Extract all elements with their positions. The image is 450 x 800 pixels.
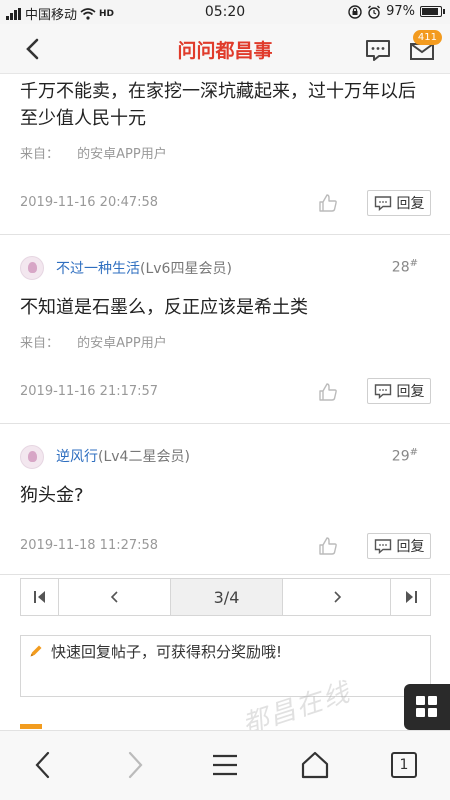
reply-label: 回复 [396, 384, 425, 400]
post-source: 来自： 的安卓APP用户 [20, 143, 167, 162]
tab-count: 1 [391, 752, 417, 778]
status-right: 97% [348, 4, 445, 19]
thumbs-up-icon[interactable] [318, 536, 338, 556]
menu-button[interactable] [209, 749, 241, 781]
source-value: 的安卓APP用户 [77, 147, 167, 162]
reply-button[interactable]: 回复 [367, 190, 431, 216]
chevron-right-icon [333, 591, 341, 603]
lock-rotation-icon [348, 4, 362, 19]
post-content: 千万不能卖，在家挖一深坑藏起来，过十万年以后至少值人民十元 [20, 81, 416, 129]
alarm-icon [368, 5, 381, 19]
author-name[interactable]: 逆风行 [56, 449, 98, 465]
battery-icon [420, 6, 445, 17]
source-value: 的安卓APP用户 [77, 336, 167, 351]
avatar[interactable] [20, 445, 44, 469]
battery-percent: 97% [386, 4, 415, 19]
pencil-icon [30, 645, 42, 657]
post-item: 不过一种生活(Lv6四星会员) 28# 不知道是石墨么，反正应该是希土类 来自：… [0, 236, 450, 424]
post-content: 不知道是石墨么，反正应该是希土类 [20, 297, 308, 318]
quick-reply-placeholder: 快速回复帖子，可获得积分奖励哦! [51, 643, 283, 661]
post-item: 逆风行(Lv4二星会员) 29# 狗头金? 2019-11-18 11:27:5… [0, 425, 450, 575]
source-label: 来自： [20, 147, 60, 162]
floor-value: 29 [391, 448, 410, 465]
post-item: 千万不能卖，在家挖一深坑藏起来，过十万年以后至少值人民十元 来自： 的安卓APP… [0, 75, 450, 235]
thumbs-up-icon[interactable] [318, 382, 338, 402]
page-indicator[interactable]: 3/4 [170, 578, 283, 616]
post-content: 狗头金? [20, 485, 84, 506]
post-author[interactable]: 不过一种生活(Lv6四星会员) [56, 258, 232, 278]
prev-page-button[interactable] [58, 578, 171, 616]
post-source: 来自： 的安卓APP用户 [20, 332, 167, 351]
floor-mark: # [409, 258, 418, 269]
reply-label: 回复 [396, 539, 425, 555]
reply-bubble-icon [374, 539, 391, 554]
floor-number: 28# [392, 258, 418, 276]
pagination: 3/4 [0, 578, 450, 618]
post-time: 2019-11-16 21:17:57 [20, 384, 159, 399]
quick-reply-input[interactable]: 快速回复帖子，可获得积分奖励哦! [20, 635, 431, 697]
browser-bottom-bar: 1 [0, 730, 450, 800]
floor-number: 29# [392, 447, 418, 465]
status-bar: 中国移动 HD 05:20 97% [0, 0, 450, 24]
last-page-icon [405, 591, 417, 603]
author-name[interactable]: 不过一种生活 [56, 261, 140, 277]
next-page-button[interactable] [282, 578, 391, 616]
first-page-button[interactable] [20, 578, 59, 616]
thumbs-up-icon[interactable] [318, 193, 338, 213]
floor-mark: # [409, 447, 418, 458]
message-count-badge: 411 [412, 30, 442, 45]
chevron-left-icon [110, 591, 118, 603]
last-page-button[interactable] [390, 578, 431, 616]
nav-back-button[interactable] [28, 749, 60, 781]
nav-forward-button[interactable] [118, 749, 150, 781]
comments-button[interactable] [364, 37, 392, 63]
reply-bubble-icon [374, 384, 391, 399]
avatar[interactable] [20, 256, 44, 280]
home-button[interactable] [299, 749, 331, 781]
post-author[interactable]: 逆风行(Lv4二星会员) [56, 446, 190, 466]
menu-icon [213, 754, 237, 776]
chat-bubble-icon [366, 40, 390, 61]
source-label: 来自： [20, 336, 60, 351]
reply-bubble-icon [374, 196, 391, 211]
first-page-icon [33, 591, 45, 603]
arrow-right-icon [128, 751, 143, 779]
section-marker [20, 724, 42, 729]
battery-fill [422, 8, 439, 15]
author-level: (Lv4二星会员) [98, 449, 190, 465]
post-time: 2019-11-18 11:27:58 [20, 538, 159, 553]
reply-button[interactable]: 回复 [367, 378, 431, 404]
arrow-left-icon [35, 751, 50, 779]
floating-grid-button[interactable] [404, 684, 450, 730]
author-level: (Lv6四星会员) [140, 261, 232, 277]
post-time: 2019-11-16 20:47:58 [20, 195, 159, 210]
home-icon [301, 751, 329, 779]
reply-button[interactable]: 回复 [367, 533, 431, 559]
grid-icon [416, 696, 437, 717]
tabs-button[interactable]: 1 [388, 749, 420, 781]
reply-label: 回复 [396, 196, 425, 212]
app-header: 问问都昌事 411 [0, 24, 450, 74]
floor-value: 28 [391, 259, 410, 276]
